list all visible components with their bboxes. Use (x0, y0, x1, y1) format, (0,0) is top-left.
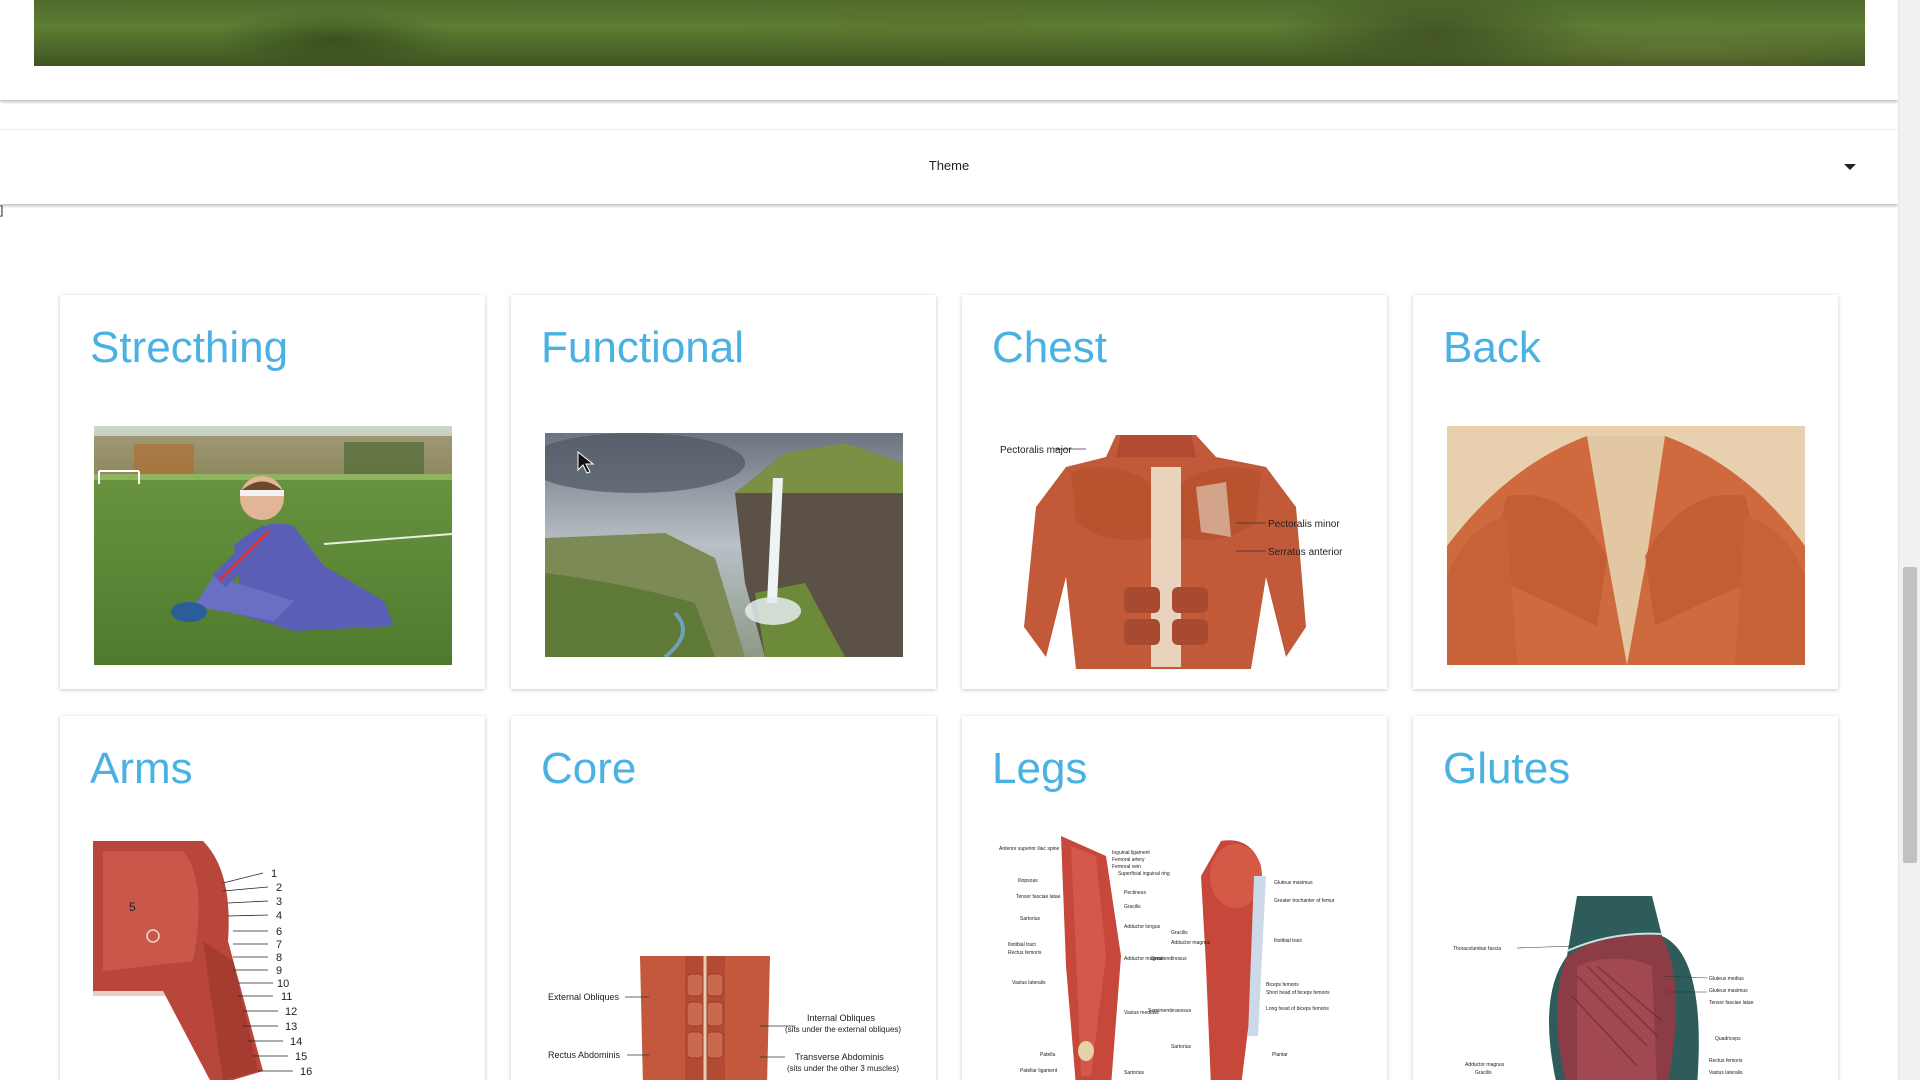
label-rectus-abdominis: Rectus Abdominis (548, 1050, 621, 1060)
label-external-obliques: External Obliques (548, 992, 620, 1002)
leg-label: Short head of biceps femoris (1266, 990, 1330, 996)
chest-anatomy: Pectoralis major Pectoralis minor Serrat… (996, 427, 1354, 669)
arm-label: 11 (281, 991, 292, 1003)
leg-label: Sartorius (1020, 916, 1041, 922)
leg-label: Iliotibial tract (1008, 942, 1036, 948)
card-title: Legs (992, 744, 1088, 793)
back-anatomy (1447, 426, 1805, 665)
leg-label: Adductor magnus (1171, 940, 1211, 946)
glutes-label: Gracilis (1475, 1070, 1492, 1076)
glutes-label: Vastus lateralis (1709, 1070, 1743, 1076)
leg-label: Tensor fasciae latae (1016, 894, 1061, 900)
arm-label: 14 (290, 1036, 302, 1048)
leg-label: Femoral artery (1112, 857, 1145, 863)
leg-label: Gracilis (1124, 904, 1141, 910)
category-card-stretching[interactable]: Strecthing (60, 295, 485, 689)
card-title: Arms (90, 744, 193, 793)
category-card-core[interactable]: Core External Obliques Rectus Abdominis … (511, 716, 936, 1080)
label-transverse-abdominis-note: (sits under the other 3 muscles) (787, 1064, 899, 1073)
label-transverse-abdominis: Transverse Abdominis (795, 1052, 884, 1062)
leg-label: Superficial inguinal ring (1118, 871, 1170, 877)
arm-label: 15 (295, 1051, 307, 1063)
scrollbar-thumb[interactable] (1903, 567, 1917, 863)
leg-label: Semitendinosus (1151, 956, 1187, 962)
hero-section (0, 0, 1898, 100)
vertical-scrollbar[interactable] (1898, 0, 1920, 1080)
card-title: Functional (541, 323, 745, 372)
category-card-functional[interactable]: Functional (511, 295, 936, 689)
leg-label: Rectus femoris (1008, 950, 1042, 956)
card-title: Core (541, 744, 637, 793)
leg-label: Femoral vein (1112, 864, 1141, 870)
theme-dropdown-label: Theme (928, 158, 970, 173)
leg-label: Biceps femoris (1266, 982, 1299, 988)
arm-label: 10 (277, 978, 289, 990)
label-serratus-anterior: Serratus anterior (1268, 547, 1343, 558)
arm-label: 2 (276, 882, 282, 894)
leg-label: Greater trochanter of femur (1274, 898, 1335, 904)
leg-label: Plantar (1272, 1052, 1288, 1058)
arm-label: 9 (276, 965, 282, 977)
category-card-chest[interactable]: Chest Pectoralis major Pectoralis minor … (962, 295, 1387, 689)
leg-label: Gracilis (1171, 930, 1188, 936)
glutes-label: Rectus femoris (1709, 1058, 1743, 1064)
glutes-label: Tensor fasciae latae (1709, 1000, 1754, 1006)
leg-label: Vastus lateralis (1012, 980, 1046, 986)
arm-label: 4 (276, 910, 282, 922)
arm-label: 16 (300, 1066, 312, 1078)
glutes-label: Adductor magnus (1465, 1062, 1505, 1068)
card-title: Back (1443, 323, 1541, 372)
card-title: Chest (992, 323, 1107, 372)
leg-label: Gluteus maximus (1274, 880, 1313, 886)
leg-label: Anterior superior iliac spine (999, 846, 1060, 852)
label-internal-obliques-note: (sits under the external obliques) (785, 1025, 901, 1034)
label-internal-obliques: Internal Obliques (807, 1013, 876, 1023)
label-pectoralis-major: Pectoralis major (1000, 445, 1072, 456)
waterfall-photo (545, 433, 903, 657)
glutes-label: Thoracolumbar fascia (1453, 946, 1501, 952)
leg-label: Iliotibial tract (1274, 938, 1302, 944)
leg-label: Sartorius (1171, 1044, 1192, 1050)
leg-label: Long head of biceps femoris (1266, 1006, 1329, 1012)
glutes-label: Gluteus medius (1709, 976, 1744, 982)
theme-dropdown[interactable]: Theme (0, 129, 1898, 204)
arm-region-label: 5 (129, 900, 136, 914)
leg-label: Patella (1040, 1052, 1056, 1058)
arm-label: 6 (276, 926, 282, 938)
mouse-cursor-icon (577, 450, 597, 480)
hero-landscape-image (34, 0, 1865, 66)
caret-down-icon (1844, 164, 1856, 170)
leg-label: Adductor longus (1124, 924, 1161, 930)
stretching-photo (94, 426, 452, 665)
stray-text: ] (0, 203, 4, 217)
category-card-arms[interactable]: Arms 5 1 2 3 4 6 7 8 9 10 11 12 13 14 15… (60, 716, 485, 1080)
arm-label: 3 (276, 896, 282, 908)
leg-label: Inguinal ligament (1112, 850, 1150, 856)
arm-label: 12 (285, 1006, 297, 1018)
glutes-anatomy: Thoracolumbar fascia Adductor magnus Gra… (1447, 896, 1805, 1080)
card-title: Strecthing (90, 323, 289, 372)
glutes-label: Quadriceps (1715, 1036, 1741, 1042)
category-card-back[interactable]: Back (1413, 295, 1838, 689)
leg-label: Sartorius (1124, 1070, 1145, 1076)
leg-anatomy: Anterior superior iliac spine Iliopsoas … (996, 836, 1354, 1080)
glutes-label: Gluteus maximus (1709, 988, 1748, 994)
core-anatomy: External Obliques Rectus Abdominis Inter… (545, 956, 903, 1080)
leg-label: Semimembranosus (1148, 1008, 1192, 1014)
leg-label: Iliopsoas (1018, 878, 1038, 884)
arm-label: 1 (271, 868, 277, 880)
arm-label: 8 (276, 952, 282, 964)
arm-label: 13 (285, 1021, 297, 1033)
category-card-legs[interactable]: Legs Anterior superior iliac spine Iliop… (962, 716, 1387, 1080)
label-pectoralis-minor: Pectoralis minor (1268, 519, 1340, 530)
page: Theme ] Strecthing Functional Chest Pect… (0, 0, 1898, 1080)
leg-label: Patellar ligament (1020, 1068, 1058, 1074)
leg-label: Pectineus (1124, 890, 1146, 896)
card-title: Glutes (1443, 744, 1571, 793)
arm-anatomy: 5 1 2 3 4 6 7 8 9 10 11 12 13 14 15 16 (93, 841, 343, 1080)
arm-label: 7 (276, 939, 282, 951)
category-card-glutes[interactable]: Glutes Thoracolumbar fascia Adductor mag… (1413, 716, 1838, 1080)
